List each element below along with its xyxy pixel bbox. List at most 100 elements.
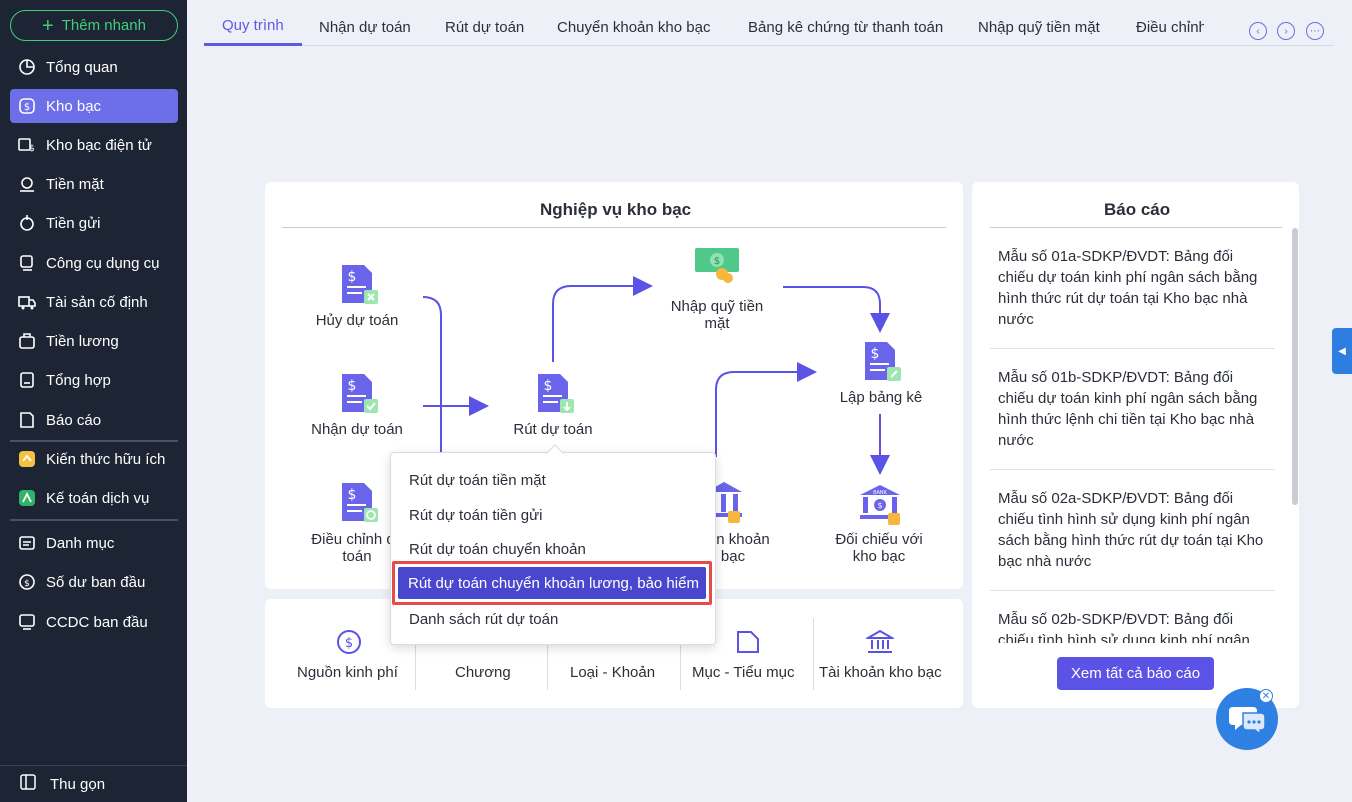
node-bank-transfer-line1[interactable]: n khoản — [713, 531, 773, 548]
sidebar-item-e-treasury[interactable]: $ Kho bạc điện tử — [10, 128, 178, 162]
category-type-section[interactable]: Loại - Khoản — [570, 664, 655, 681]
report-item-01a[interactable]: Mẫu số 01a-SDKP/ĐVDT: Bảng đối chiếu dự … — [990, 246, 1275, 349]
sidebar-item-tools[interactable]: Công cụ dụng cụ — [10, 246, 178, 280]
sidebar-item-label: Tiền lương — [46, 332, 119, 350]
sidebar-item-deposit[interactable]: Tiền gửi — [10, 206, 178, 240]
quick-add-label: Thêm nhanh — [61, 17, 146, 34]
svg-text:$: $ — [544, 378, 553, 394]
category-funding-source[interactable]: Nguồn kinh phí — [297, 664, 398, 681]
collapse-icon — [20, 774, 36, 794]
category-item-subitem[interactable]: Mục - Tiểu mục — [692, 664, 795, 681]
category-chapter[interactable]: Chương — [455, 664, 511, 681]
sidebar-item-catalog[interactable]: Danh mục — [10, 526, 178, 560]
node-statement[interactable]: Lập bảng kê — [824, 389, 938, 406]
node-receive-estimate[interactable]: Nhận dự toán — [300, 421, 414, 438]
tab-withdraw-estimate[interactable]: Rút dự toán — [445, 8, 524, 46]
svg-text:$: $ — [871, 346, 880, 362]
report-line: hình thức rút dự toán tại Kho bạc nhà — [998, 290, 1248, 307]
report-line: Mẫu số 02b-SDKP/ĐVDT: Bảng đối — [998, 611, 1234, 628]
node-withdraw-estimate[interactable]: Rút dự toán — [496, 421, 610, 438]
reports-title-divider — [990, 227, 1282, 228]
tab-payment-voucher-list[interactable]: Bảng kê chứng từ thanh toán — [748, 8, 943, 46]
tab-cash-fund[interactable]: Nhập quỹ tiền mặt — [978, 8, 1100, 46]
report-line: chiếu dự toán kinh phí ngân sách bằng — [998, 390, 1258, 407]
menu-caret-icon — [546, 444, 564, 454]
tab-adjustment[interactable]: Điều chỉnh — [1136, 8, 1204, 46]
category-bank-account[interactable]: Tài khoản kho bạc — [819, 664, 942, 681]
chat-close-icon[interactable]: ✕ — [1259, 689, 1273, 703]
node-cancel-estimate[interactable]: Hủy dự toán — [300, 312, 414, 329]
node-bank-transfer-line2: bạc — [720, 548, 746, 565]
plus-icon: + — [42, 14, 54, 37]
tab-next-icon[interactable]: › — [1277, 22, 1295, 40]
report-line: chiếu tình hình sử dụng kinh phí ngân — [998, 632, 1250, 643]
top-tabs: Quy trình Nhận dự toán Rút dự toán Chuyể… — [204, 8, 1334, 46]
tab-process[interactable]: Quy trình — [204, 8, 302, 46]
sidebar-item-reports[interactable]: Báo cáo — [10, 403, 178, 437]
sidebar-item-label: CCDC ban đầu — [46, 613, 148, 631]
tab-treasury-transfer[interactable]: Chuyển khoản kho bạc — [557, 8, 710, 46]
sidebar-item-label: Kiến thức hữu ích — [46, 450, 166, 468]
reports-scrollbar[interactable] — [1292, 228, 1298, 505]
bank-account-icon — [866, 629, 894, 653]
node-cash-fund-line1[interactable]: Nhập quỹ tiền — [660, 298, 774, 315]
sidebar-item-label: Tổng quan — [46, 58, 118, 76]
sidebar-item-treasury[interactable]: $ Kho bạc — [10, 89, 178, 123]
svg-text:$: $ — [24, 102, 30, 113]
initial-tools-icon — [18, 613, 36, 631]
sidebar-item-cash[interactable]: Tiền mặt — [10, 167, 178, 201]
menu-item-transfer-withdraw[interactable]: Rút dự toán chuyển khoản — [409, 541, 586, 558]
sidebar-item-fixed-assets[interactable]: Tài sản cố định — [10, 285, 178, 319]
report-icon — [18, 411, 36, 429]
sidebar: + Thêm nhanh Tổng quan $ Kho bạc $ Kho b… — [0, 0, 187, 802]
sidebar-item-knowledge[interactable]: Kiến thức hữu ích — [10, 442, 178, 476]
menu-item-deposit-withdraw[interactable]: Rút dự toán tiền gửi — [409, 507, 543, 524]
sidebar-item-service-accounting[interactable]: Kế toán dịch vụ — [10, 481, 178, 515]
tab-receive-estimate[interactable]: Nhận dự toán — [319, 8, 411, 46]
node-bank-reconcile-line1[interactable]: Đối chiếu với — [822, 531, 936, 548]
sidebar-item-opening-balance[interactable]: $ Số dư ban đầu — [10, 565, 178, 599]
knowledge-icon — [18, 450, 36, 468]
salary-icon — [18, 332, 36, 350]
sidebar-item-overview[interactable]: Tổng quan — [10, 50, 178, 84]
report-line: chiếu tình hình sử dụng kinh phí ngân — [998, 511, 1250, 528]
dashboard-icon — [18, 58, 36, 76]
quick-add-button[interactable]: + Thêm nhanh — [10, 10, 178, 41]
svg-text:$: $ — [345, 636, 353, 651]
sidebar-item-summary[interactable]: Tổng hợp — [10, 363, 178, 397]
cancel-estimate-icon: $ — [342, 265, 378, 304]
svg-text:$: $ — [29, 144, 35, 154]
treasury-icon: $ — [18, 97, 36, 115]
sidebar-item-label: Số dư ban đầu — [46, 573, 146, 591]
node-bank-reconcile-line2: kho bạc — [852, 548, 906, 565]
svg-text:$: $ — [24, 579, 30, 589]
sidebar-item-initial-tools[interactable]: CCDC ban đầu — [10, 605, 178, 639]
node-adjust-estimate-line1[interactable]: Điều chỉnh d — [310, 531, 396, 548]
tab-prev-icon[interactable]: ‹ — [1249, 22, 1267, 40]
catalog-icon — [18, 534, 36, 552]
tab-more-icon[interactable]: ⋯ — [1306, 22, 1324, 40]
funding-source-icon: $ — [337, 630, 361, 654]
category-divider — [813, 618, 814, 690]
report-line: Mẫu số 02a-SDKP/ĐVDT: Bảng đối — [998, 490, 1234, 507]
svg-text:$: $ — [714, 256, 720, 267]
report-item-02b[interactable]: Mẫu số 02b-SDKP/ĐVDT: Bảng đối chiếu tìn… — [990, 609, 1275, 643]
balance-icon: $ — [18, 573, 36, 591]
e-treasury-icon: $ — [18, 136, 36, 154]
sidebar-item-label: Kho bạc điện tử — [46, 136, 152, 154]
report-item-01b[interactable]: Mẫu số 01b-SDKP/ĐVDT: Bảng đối chiếu dự … — [990, 367, 1275, 470]
sidebar-divider — [10, 519, 178, 521]
view-all-reports-button[interactable]: Xem tất cả báo cáo — [1057, 657, 1214, 690]
report-line: hình thức lệnh chi tiền tại Kho bạc nhà — [998, 411, 1255, 428]
sidebar-item-label: Tài sản cố định — [46, 293, 148, 311]
menu-item-cash-withdraw[interactable]: Rút dự toán tiền mặt — [409, 472, 546, 489]
svg-text:BANK: BANK — [873, 490, 888, 496]
menu-item-withdraw-list[interactable]: Danh sách rút dự toán — [409, 611, 558, 628]
report-item-02a[interactable]: Mẫu số 02a-SDKP/ĐVDT: Bảng đối chiếu tìn… — [990, 488, 1275, 591]
report-line: nước — [998, 311, 1034, 328]
side-panel-toggle-icon[interactable]: ◀ — [1332, 328, 1352, 374]
receive-estimate-icon: $ — [342, 374, 378, 413]
collapse-button[interactable]: Thu gọn — [0, 765, 187, 802]
sidebar-item-label: Tiền mặt — [46, 175, 104, 193]
sidebar-item-salary[interactable]: Tiền lương — [10, 324, 178, 358]
